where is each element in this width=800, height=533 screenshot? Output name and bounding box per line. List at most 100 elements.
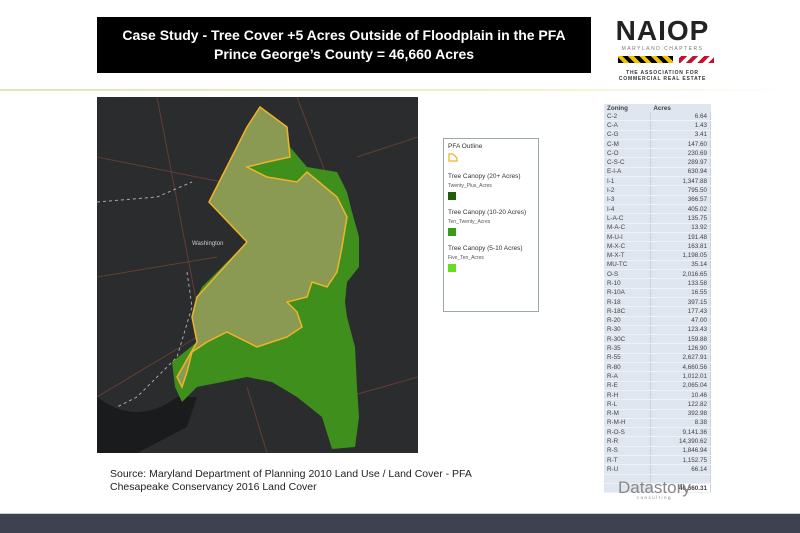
table-row: M-X-T 1,198.05	[604, 250, 712, 261]
zoning-cell: L-A-C	[604, 213, 651, 224]
zoning-cell: R-30	[604, 325, 651, 336]
acres-cell: 230.69	[650, 148, 712, 159]
acres-cell: 405.02	[650, 204, 712, 215]
zoning-cell: I-4	[604, 204, 651, 215]
table-row: R-80 4,660.56	[604, 362, 712, 373]
naiop-logo: NAIOP MARYLAND CHAPTERS THE ASSOCIATION …	[610, 16, 715, 82]
zoning-cell: R-80	[604, 362, 651, 373]
table-row: R-S 1,846.94	[604, 446, 712, 457]
zoning-cell: I-3	[604, 195, 651, 205]
acres-cell: 1,347.88	[650, 176, 712, 187]
column-header: Zoning	[607, 104, 628, 112]
map-legend: PFA Outline Tree Canopy (20+ Acres) Twen…	[443, 138, 539, 312]
source-note: Source: Maryland Department of Planning …	[110, 468, 472, 494]
table-row: R-30 123.43	[604, 325, 712, 336]
acres-cell: 16.55	[650, 288, 712, 298]
flag-stripe-icon	[678, 56, 714, 63]
acres-cell: 14,390.62	[650, 436, 712, 447]
table-row: L-A-C 135.75	[604, 213, 712, 224]
zoning-cell: C-M	[604, 139, 651, 150]
acres-cell: 1,012.01	[650, 371, 712, 382]
zoning-cell: R-O-S	[604, 427, 651, 438]
acres-cell: 126.90	[650, 343, 712, 354]
zoning-cell: R-A	[604, 371, 651, 382]
acres-cell: 35.14	[650, 260, 712, 271]
zoning-cell: R-20	[604, 316, 651, 326]
acres-cell: 4,660.56	[650, 362, 712, 373]
table-row: C-M 147.60	[604, 139, 712, 150]
table-row: R-R 14,390.62	[604, 436, 712, 447]
table-row: R-A 1,012.01	[604, 371, 712, 382]
acres-cell: 3.41	[650, 130, 712, 140]
legend-heading: Tree Canopy (5-10 Acres)	[448, 245, 523, 252]
title-line-2: Prince George’s County = 46,660 Acres	[213, 46, 475, 62]
zoning-cell: C-O	[604, 148, 651, 159]
acres-cell: 397.15	[650, 297, 712, 308]
table-row: R-H 10.46	[604, 390, 712, 401]
acres-cell: 1,152.75	[650, 455, 712, 466]
acres-cell: 133.58	[650, 278, 712, 289]
zoning-cell: R-M-H	[604, 418, 651, 429]
zoning-cell: R-35	[604, 343, 651, 354]
table-row: M-U-I 191.48	[604, 232, 712, 243]
acres-cell: 366.57	[650, 195, 712, 205]
legend-sub: Twenty_Plus_Acres	[448, 183, 492, 189]
acres-cell: 66.14	[650, 464, 712, 475]
zoning-cell: R-18	[604, 297, 651, 308]
table-row: I-2 795.50	[604, 185, 712, 196]
table-row: R-10 133.58	[604, 278, 712, 289]
zoning-cell: C-A	[604, 120, 651, 131]
table-row: M-A-C 13.92	[604, 223, 712, 233]
zoning-cell: R-H	[604, 390, 651, 401]
acres-cell: 8.38	[650, 418, 712, 429]
acres-cell: 191.48	[650, 232, 712, 243]
zoning-cell: R-30C	[604, 334, 651, 345]
table-row: C-S-C 289.97	[604, 157, 712, 168]
table-row: R-E 2,065.04	[604, 381, 712, 391]
divider	[0, 89, 800, 91]
zoning-cell: R-10A	[604, 288, 651, 298]
table-row: R-20 47.00	[604, 316, 712, 326]
table-row: C-O 230.69	[604, 148, 712, 159]
acres-cell: 2,065.04	[650, 381, 712, 391]
zoning-cell: O-S	[604, 269, 651, 280]
table-row: R-O-S 9,141.36	[604, 427, 712, 438]
maryland-flag-icon	[617, 56, 673, 63]
column-header: Acres	[653, 104, 671, 112]
table-row: R-T 1,152.75	[604, 455, 712, 466]
acres-cell: 2,627.91	[650, 353, 712, 364]
county-map: Washington	[96, 96, 419, 454]
acres-cell: 122.82	[650, 399, 712, 410]
acres-cell: 1.43	[650, 120, 712, 131]
zoning-cell: R-10	[604, 278, 651, 289]
legend-sub: Ten_Twenty_Acres	[448, 219, 491, 225]
zoning-cell: R-18C	[604, 306, 651, 317]
table-row: I-3 366.57	[604, 195, 712, 205]
table-row: R-18 397.15	[604, 297, 712, 308]
acres-cell: 630.94	[650, 167, 712, 178]
table-row: O-S 2,016.65	[604, 269, 712, 280]
acres-cell: 177.43	[650, 306, 712, 317]
datastory-logo: Datastory consulting	[618, 478, 691, 500]
zoning-cell: R-E	[604, 381, 651, 391]
footer-bar	[0, 513, 800, 533]
swatch-icon	[448, 192, 456, 200]
swatch-icon	[448, 264, 456, 272]
table-row: R-M-H 8.38	[604, 418, 712, 429]
acres-cell: 6.64	[650, 112, 712, 122]
acres-cell: 1,198.05	[650, 250, 712, 261]
map-canvas: Washington	[96, 96, 419, 454]
source-line-1: Source: Maryland Department of Planning …	[110, 468, 472, 480]
legend-heading: Tree Canopy (20+ Acres)	[448, 173, 521, 180]
acres-cell: 13.92	[650, 223, 712, 233]
table-row: R-55 2,627.91	[604, 353, 712, 364]
map-label-washington: Washington	[192, 241, 223, 247]
swatch-icon	[448, 228, 456, 236]
zoning-cell: M-X-T	[604, 250, 651, 261]
acres-cell: 795.50	[650, 185, 712, 196]
table-row: M-X-C 163.81	[604, 241, 712, 252]
table-row: I-1 1,347.88	[604, 176, 712, 187]
zoning-cell: C-S-C	[604, 157, 651, 168]
table-row: R-35 126.90	[604, 343, 712, 354]
zoning-cell: R-R	[604, 436, 651, 447]
